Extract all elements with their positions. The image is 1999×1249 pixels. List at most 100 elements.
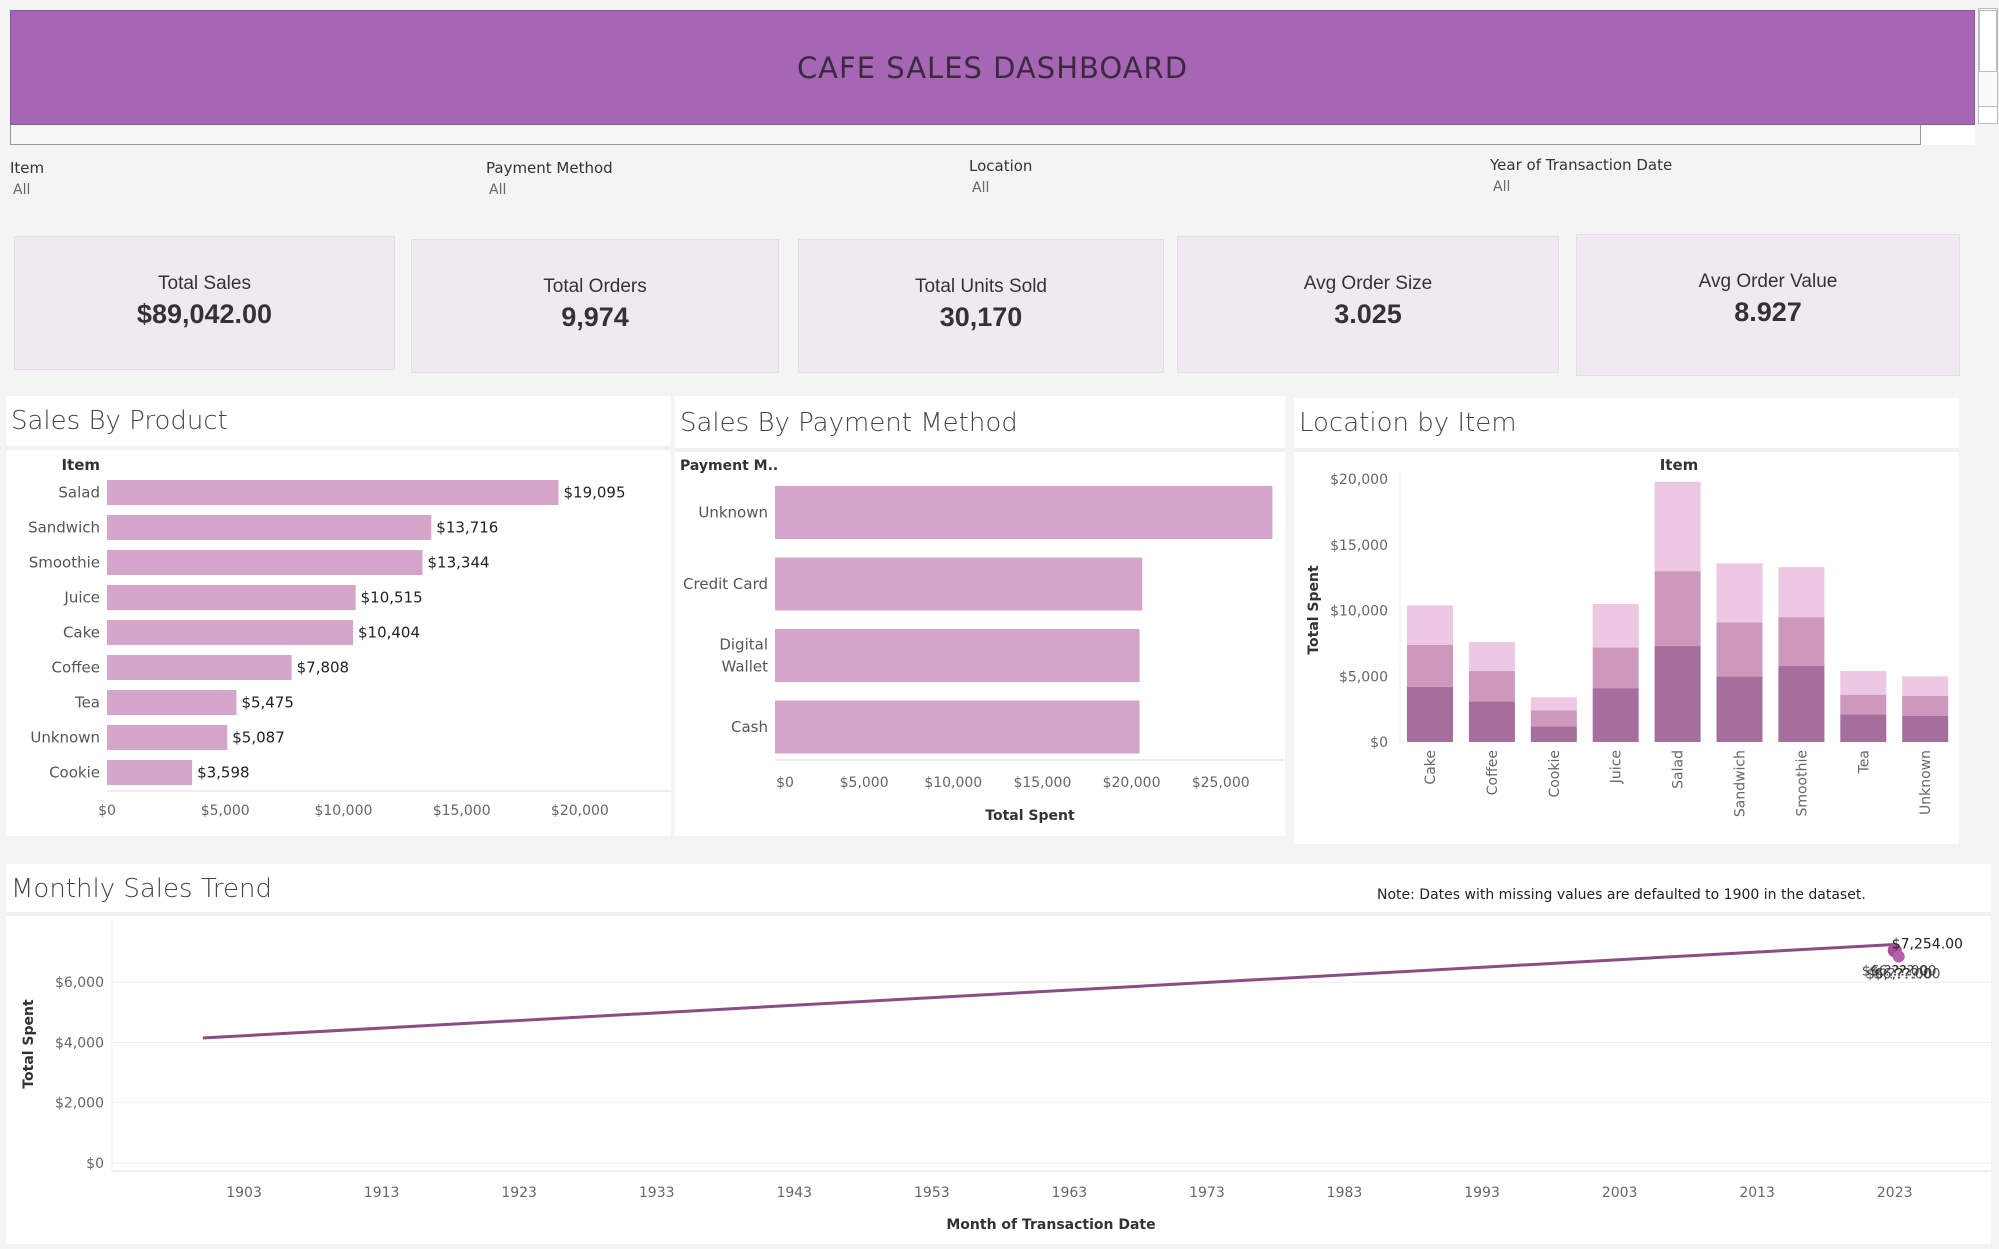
filter-label: Payment Method [486,159,613,177]
x-tick-label: $20,000 [1103,775,1161,791]
stacked-bar-segment [1407,644,1453,687]
bar [107,655,292,680]
filter-label: Item [10,159,45,177]
chart-location-by-item: Item $0 $5,000 $10,000 $15,000 $20,000 Total S… [1306,456,1949,817]
dashboard-title: CAFE SALES DASHBOARD [796,50,1189,85]
header-strip-box [1920,125,1975,145]
x-tick-label: 1963 [1052,1185,1088,1201]
y-axis-title: Total Spent [21,999,37,1089]
x-tick-label: $10,000 [924,775,982,791]
kpi-total-units-sold: Total Units Sold 30,170 [798,239,1164,373]
chart-sales-by-payment: Payment M.. Unknown Credit Card Digital Wall… [680,458,1285,824]
stacked-bar-segment [1530,710,1577,727]
y-tick-label: $0 [86,1156,104,1172]
y-axis-title: Total Spent [1306,565,1322,655]
kpi-value: 9,974 [561,302,629,332]
filter-label: Location [969,157,1033,175]
y-tick-label: $10,000 [1330,604,1388,620]
filter-item[interactable]: Item All [10,159,450,198]
bar [107,515,432,540]
filter-value[interactable]: All [972,180,1449,196]
x-tick-label: 1983 [1327,1185,1363,1201]
panel-title-location: Location by Item [1299,408,1517,438]
stacked-bar-segment [1407,686,1453,742]
x-tick-label: $0 [98,803,116,819]
kpi-value: 8.927 [1734,297,1802,327]
data-label: $13,716 [436,519,498,537]
x-tick-label: 1923 [501,1185,537,1201]
bar [775,629,1140,682]
data-label: $5,475 [241,694,294,712]
y-tick-label: $15,000 [1330,538,1388,554]
filter-payment-method[interactable]: Payment Method All [486,159,926,198]
stacked-bar-segment [1530,726,1577,742]
stacked-bar-segment [1902,676,1949,696]
scrollbar-thumb[interactable] [1979,10,1997,72]
stacked-bar-segment [1778,665,1825,742]
x-tick-label: 1933 [639,1185,675,1201]
category-label: Juice [63,589,100,607]
kpi-label: Total Units Sold [914,276,1047,297]
x-tick-label: 1913 [364,1185,400,1201]
x-tick-label: $0 [776,775,794,791]
category-label: Salad [58,484,100,502]
kpi-avg-order-size: Avg Order Size 3.025 [1177,236,1559,373]
x-tick-label: $15,000 [433,803,491,819]
stacked-bar-segment [1592,647,1639,689]
dashboard-header: CAFE SALES DASHBOARD [10,10,1975,125]
kpi-label: Avg Order Size [1303,273,1433,294]
kpi-label: Avg Order Value [1698,271,1838,292]
stacked-bar-segment [1902,715,1949,742]
stacked-bar-segment [1654,571,1701,647]
data-label: $5,087 [232,729,285,747]
filter-location[interactable]: Location All [969,157,1449,196]
stacked-bar-segment [1716,676,1763,742]
header-strip [10,125,1975,145]
x-axis-title: Total Spent [985,808,1075,824]
chart-monthly-sales-trend: $0 $2,000 $4,000 $6,000 1903 1913 1923 1933 1943… [21,920,1991,1233]
category-label: Unknown [30,729,100,747]
filter-value[interactable]: All [489,182,926,198]
filter-year[interactable]: Year of Transaction Date All [1490,156,1970,195]
data-label: $7,808 [297,659,350,677]
scrollbar-corner [1978,106,1998,124]
category-label: Cash [731,718,768,736]
kpi-total-sales: Total Sales $89,042.00 [14,236,395,370]
category-label: Tea [74,694,100,712]
panel-title-product: Sales By Product [11,406,228,436]
column-header: Item [1660,456,1699,474]
y-tick-label: $2,000 [55,1096,104,1112]
x-tick-label: 1953 [914,1185,950,1201]
data-label: $10,515 [361,589,423,607]
data-label: $3,598 [197,764,250,782]
filter-value[interactable]: All [13,182,450,198]
category-label: Cake [1423,750,1439,785]
filter-value[interactable]: All [1493,179,1970,195]
kpi-label: Total Sales [158,273,251,294]
bar [107,760,193,785]
x-tick-label: 1973 [1189,1185,1225,1201]
kpi-value: $89,042.00 [136,299,273,329]
trend-note: Note: Dates with missing values are defa… [1377,887,1866,903]
data-label: $7,254.00 [1892,936,1963,952]
stacked-bar-segment [1840,671,1887,695]
trend-line [202,942,1895,1040]
stacked-bar-segment [1778,567,1825,618]
data-label: $19,095 [563,484,625,502]
stacked-bar-segment [1840,714,1887,742]
x-tick-label: $10,000 [314,803,372,819]
stacked-bar-segment [1902,696,1949,716]
category-label: Wallet [721,658,768,676]
x-axis-title: Month of Transaction Date [946,1217,1155,1233]
y-tick-label: $6,000 [55,975,104,991]
bar [775,700,1140,754]
stacked-bar-segment [1654,481,1701,572]
chart-sales-by-product: Item Salad $19,095 Sandwich $13,716 Smoothie $… [28,456,671,819]
category-label: Unknown [1918,750,1934,815]
data-label: $13,344 [428,554,490,572]
bar [107,550,423,575]
x-tick-label: 2003 [1602,1185,1638,1201]
y-tick-label: $5,000 [1339,669,1388,685]
overlapping-data-label: $6,???.00 [1874,966,1941,982]
x-tick-label: $20,000 [551,803,609,819]
